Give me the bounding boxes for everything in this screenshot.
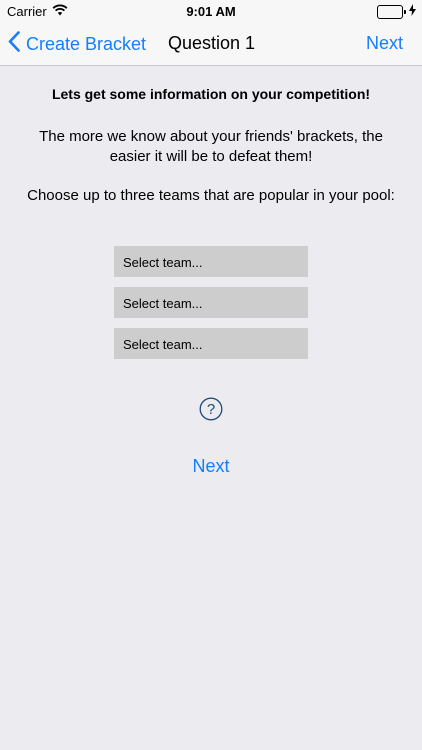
team-select-3[interactable]: Select team... [114, 328, 308, 359]
back-button-label: Create Bracket [26, 33, 147, 54]
team-prompt: Choose up to three teams that are popula… [27, 187, 395, 204]
back-chevron-icon [8, 31, 26, 57]
nav-next-button[interactable]: Next [366, 33, 403, 54]
next-button[interactable]: Next [0, 456, 422, 477]
status-time: 9:01 AM [186, 4, 236, 19]
help-icon[interactable]: ? [199, 397, 223, 426]
section-heading: Lets get some information on your compet… [51, 86, 371, 102]
back-button[interactable]: Create Bracket [8, 31, 146, 57]
intro-text: The more we know about your friends' bra… [39, 128, 383, 165]
page-title: Question 1 [168, 33, 256, 53]
team-select-1[interactable]: Select team... [114, 246, 308, 277]
battery-icon [377, 4, 416, 19]
navigation-bar: Create Bracket Question 1 Next [0, 22, 422, 66]
help-glyph: ? [207, 401, 215, 418]
status-bar: Carrier 9:01 AM [0, 0, 422, 22]
team-select-2[interactable]: Select team... [114, 287, 308, 318]
charging-bolt-icon [409, 4, 416, 19]
